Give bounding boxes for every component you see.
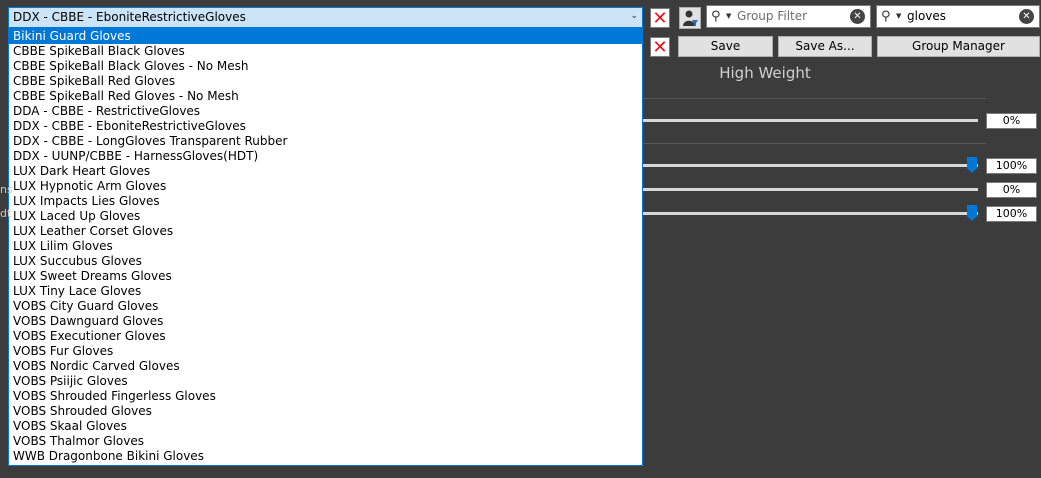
section-divider xyxy=(643,143,986,144)
person-filter-icon xyxy=(683,10,698,26)
slider-row: 0% xyxy=(643,181,1041,201)
slider-track[interactable] xyxy=(643,119,978,122)
group-filter-input[interactable] xyxy=(737,9,847,23)
preset-dropdown-list[interactable]: Bikini Guard Gloves CBBE SpikeBall Black … xyxy=(8,28,643,466)
list-item[interactable]: DDX - CBBE - LongGloves Transparent Rubb… xyxy=(9,134,642,149)
slider-track[interactable] xyxy=(643,188,978,191)
slider-thumb[interactable] xyxy=(967,157,977,173)
slider-value[interactable]: 100% xyxy=(986,158,1037,174)
slider-row: 100% xyxy=(643,204,1041,224)
list-item[interactable]: VOBS Dawnguard Gloves xyxy=(9,314,642,329)
list-item[interactable]: Bikini Guard Gloves xyxy=(9,29,642,44)
slider-value[interactable]: 0% xyxy=(986,113,1037,129)
save-button[interactable]: Save xyxy=(678,36,773,57)
group-filter-toggle-button[interactable] xyxy=(679,7,701,29)
list-item[interactable]: LUX Dark Heart Gloves xyxy=(9,164,642,179)
list-item[interactable]: VOBS Thalmor Gloves xyxy=(9,434,642,449)
outfit-filter-input[interactable] xyxy=(907,9,1017,23)
list-item[interactable]: VOBS Psiijic Gloves xyxy=(9,374,642,389)
list-item[interactable]: CBBE SpikeBall Black Gloves - No Mesh xyxy=(9,59,642,74)
slider-row: 0% xyxy=(643,112,1041,132)
list-item[interactable]: CBBE SpikeBall Red Gloves xyxy=(9,74,642,89)
clear-circle-icon[interactable]: ✕ xyxy=(850,9,865,24)
magnifier-icon[interactable]: ⚲ xyxy=(711,9,721,24)
outfit-filter-field[interactable]: ⚲ ▼ ✕ xyxy=(876,5,1040,28)
slider-row: 100% xyxy=(643,156,1041,176)
chevron-down-icon[interactable]: ⌄ xyxy=(630,11,638,21)
list-item[interactable]: CBBE SpikeBall Red Gloves - No Mesh xyxy=(9,89,642,104)
list-item[interactable]: DDX - UUNP/CBBE - HarnessGloves(HDT) xyxy=(9,149,642,164)
filter-options-caret-icon[interactable]: ▼ xyxy=(896,12,901,20)
group-filter-field[interactable]: ⚲ ▼ ✕ xyxy=(706,5,871,28)
high-weight-heading: High Weight xyxy=(719,64,811,82)
magnifier-icon[interactable]: ⚲ xyxy=(881,9,891,24)
slider-track[interactable] xyxy=(643,164,978,167)
slider-track[interactable] xyxy=(643,212,978,215)
list-item[interactable]: VOBS City Guard Gloves xyxy=(9,299,642,314)
list-item[interactable]: LUX Succubus Gloves xyxy=(9,254,642,269)
list-item[interactable]: LUX Tiny Lace Gloves xyxy=(9,284,642,299)
list-item[interactable]: VOBS Nordic Carved Gloves xyxy=(9,359,642,374)
list-item[interactable]: DDX - CBBE - EboniteRestrictiveGloves xyxy=(9,119,642,134)
list-item[interactable]: VOBS Executioner Gloves xyxy=(9,329,642,344)
preset-combobox-value: DDX - CBBE - EboniteRestrictiveGloves xyxy=(13,10,246,24)
delete-group-icon[interactable]: ✕ xyxy=(650,37,670,58)
list-item[interactable]: WWB Dragonbone Bikini Gloves xyxy=(9,449,642,464)
save-as-button[interactable]: Save As... xyxy=(778,36,872,57)
list-item[interactable]: LUX Leather Corset Gloves xyxy=(9,224,642,239)
list-item[interactable]: LUX Hypnotic Arm Gloves xyxy=(9,179,642,194)
preset-combobox[interactable]: DDX - CBBE - EboniteRestrictiveGloves ⌄ xyxy=(8,7,643,28)
list-item[interactable]: CBBE SpikeBall Black Gloves xyxy=(9,44,642,59)
slider-value[interactable]: 0% xyxy=(986,182,1037,198)
list-item[interactable]: LUX Sweet Dreams Gloves xyxy=(9,269,642,284)
clipped-slider-label: dt xyxy=(0,207,12,220)
list-item[interactable]: LUX Impacts Lies Gloves xyxy=(9,194,642,209)
list-item[interactable]: VOBS Shrouded Gloves xyxy=(9,404,642,419)
list-item[interactable]: VOBS Shrouded Fingerless Gloves xyxy=(9,389,642,404)
filter-options-caret-icon[interactable]: ▼ xyxy=(726,12,731,20)
list-item[interactable]: LUX Lilim Gloves xyxy=(9,239,642,254)
slider-thumb[interactable] xyxy=(967,205,977,221)
list-item[interactable]: DDA - CBBE - RestrictiveGloves xyxy=(9,104,642,119)
group-manager-button[interactable]: Group Manager xyxy=(877,36,1040,57)
slider-value[interactable]: 100% xyxy=(986,206,1037,222)
section-divider xyxy=(643,98,986,99)
clipped-slider-label: ns xyxy=(0,183,13,196)
list-item[interactable]: VOBS Fur Gloves xyxy=(9,344,642,359)
clear-circle-icon[interactable]: ✕ xyxy=(1019,9,1034,24)
list-item[interactable]: LUX Laced Up Gloves xyxy=(9,209,642,224)
list-item[interactable]: VOBS Skaal Gloves xyxy=(9,419,642,434)
delete-preset-icon[interactable]: ✕ xyxy=(650,8,670,29)
